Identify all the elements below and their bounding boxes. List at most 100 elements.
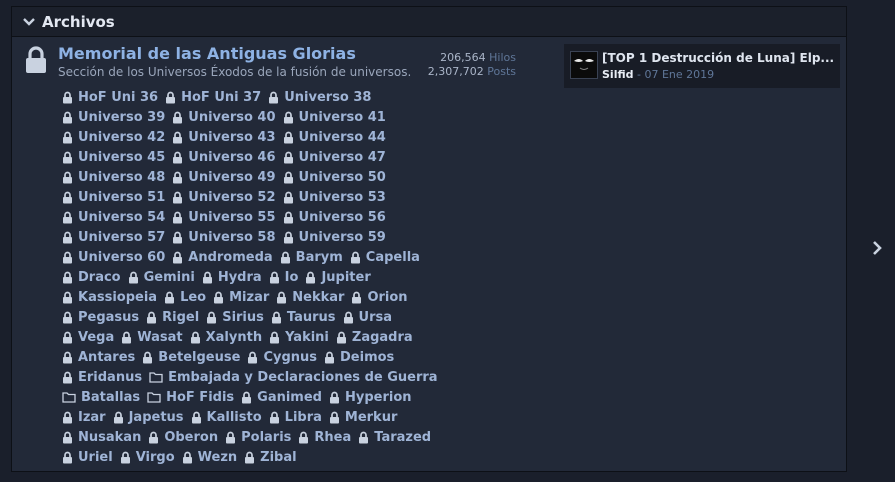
lock-icon xyxy=(164,291,180,304)
subforum-link[interactable]: Draco xyxy=(62,270,121,285)
subforum-link[interactable]: Ursa xyxy=(343,310,392,325)
subforum-link[interactable]: Universo 57 xyxy=(62,230,165,245)
subforum-link[interactable]: Universo 49 xyxy=(172,170,276,185)
subforum-link[interactable]: Universo 46 xyxy=(172,150,276,165)
lock-icon xyxy=(268,91,284,104)
subforum-link[interactable]: Libra xyxy=(269,410,322,425)
subforum-link[interactable]: Kassiopeia xyxy=(62,290,157,305)
subforum-link[interactable]: Universo 38 xyxy=(268,90,371,105)
subforum-link[interactable]: Rigel xyxy=(146,310,199,325)
subforum-label: Cygnus xyxy=(263,349,318,365)
subforum-link[interactable]: Zagadra xyxy=(336,330,413,345)
subforum-link[interactable]: Barym xyxy=(280,250,343,265)
subforum-link[interactable]: Wezn xyxy=(182,450,237,465)
subforum-link[interactable]: HoF Uni 36 xyxy=(62,90,158,105)
subforum-link[interactable]: Universo 60 xyxy=(62,250,165,265)
subforum-link[interactable]: Vega xyxy=(62,330,114,345)
subforum-link[interactable]: Batallas xyxy=(62,390,140,405)
lock-icon xyxy=(62,431,78,444)
subforum-link[interactable]: Gemini xyxy=(128,270,195,285)
subforum-link[interactable]: Capella xyxy=(350,250,420,265)
lock-icon xyxy=(182,451,198,464)
subforum-link[interactable]: Virgo xyxy=(120,450,175,465)
last-post-title[interactable]: [TOP 1 Destrucción de Luna] Elp... xyxy=(602,51,836,65)
subforum-row: Nusakan Oberon Polaris Rhea Tarazed xyxy=(62,427,482,447)
subforum-link[interactable]: Embajada y Declaraciones de Guerra xyxy=(149,370,438,385)
subforum-link[interactable]: Universo 50 xyxy=(283,170,386,185)
subforum-link[interactable]: Jupiter xyxy=(305,270,371,285)
chevron-right-icon[interactable] xyxy=(868,238,886,258)
subforum-label: Universo 45 xyxy=(78,149,166,165)
subforum-link[interactable]: Rhea xyxy=(298,430,351,445)
subforum-link[interactable]: Merkur xyxy=(329,410,397,425)
avatar[interactable] xyxy=(570,51,598,79)
lock-icon xyxy=(269,271,285,284)
last-post-user[interactable]: Silfid xyxy=(602,68,634,81)
subforum-label: Rhea xyxy=(314,429,352,445)
chevron-down-icon[interactable] xyxy=(20,13,38,31)
lock-icon xyxy=(271,311,287,324)
subforum-link[interactable]: Universo 59 xyxy=(283,230,386,245)
lock-icon xyxy=(62,331,78,344)
subforum-label: Universo 59 xyxy=(298,229,386,245)
subforum-link[interactable]: Tarazed xyxy=(358,430,431,445)
subforum-link[interactable]: Japetus xyxy=(113,410,184,425)
subforum-link[interactable]: Wasat xyxy=(121,330,183,345)
panel-header[interactable]: Archivos xyxy=(12,7,846,37)
subforum-link[interactable]: Taurus xyxy=(271,310,336,325)
subforum-link[interactable]: Mizar xyxy=(213,290,269,305)
subforum-link[interactable]: Betelgeuse xyxy=(142,350,240,365)
subforum-link[interactable]: Zibal xyxy=(244,450,297,465)
posts-label: Posts xyxy=(487,65,516,78)
subforum-link[interactable]: Oberon xyxy=(148,430,218,445)
subforum-link[interactable]: Universo 54 xyxy=(62,210,165,225)
subforum-link[interactable]: Universo 51 xyxy=(62,190,165,205)
subforum-link[interactable]: Nusakan xyxy=(62,430,141,445)
subforum-link[interactable]: Universo 39 xyxy=(62,110,165,125)
subforum-link[interactable]: Andromeda xyxy=(172,250,273,265)
last-post-date[interactable]: 07 Ene 2019 xyxy=(644,68,714,81)
subforum-link[interactable]: HoF Uni 37 xyxy=(165,90,261,105)
subforum-link[interactable]: HoF Fidis xyxy=(147,390,234,405)
subforum-link[interactable]: Pegasus xyxy=(62,310,139,325)
subforum-link[interactable]: Universo 56 xyxy=(283,210,386,225)
subforum-link[interactable]: Cygnus xyxy=(247,350,317,365)
subforum-link[interactable]: Ganimed xyxy=(241,390,322,405)
subforum-link[interactable]: Universo 52 xyxy=(172,190,276,205)
subforum-link[interactable]: Izar xyxy=(62,410,106,425)
subforum-link[interactable]: Universo 41 xyxy=(283,110,386,125)
subforum-link[interactable]: Universo 45 xyxy=(62,150,165,165)
subforum-link[interactable]: Hyperion xyxy=(329,390,412,405)
subforum-label: Universo 60 xyxy=(78,249,166,265)
subforum-link[interactable]: Universo 58 xyxy=(172,230,276,245)
subforum-link[interactable]: Leo xyxy=(164,290,206,305)
subforum-link[interactable]: Orion xyxy=(351,290,408,305)
subforum-link[interactable]: Hydra xyxy=(202,270,262,285)
subforum-row: HoF Uni 36 HoF Uni 37 Universo 38 xyxy=(62,87,482,107)
subforum-link[interactable]: Eridanus xyxy=(62,370,142,385)
subforum-link[interactable]: Universo 48 xyxy=(62,170,165,185)
subforum-link[interactable]: Xalynth xyxy=(190,330,262,345)
subforum-link[interactable]: Uriel xyxy=(62,450,113,465)
subforum-link[interactable]: Io xyxy=(269,270,298,285)
lock-icon xyxy=(283,191,299,204)
subforum-link[interactable]: Nekkar xyxy=(276,290,344,305)
subforum-link[interactable]: Sirius xyxy=(206,310,264,325)
forum-title[interactable]: Memorial de las Antiguas Glorias xyxy=(58,44,356,63)
subforum-link[interactable]: Universo 47 xyxy=(283,150,386,165)
subforum-link[interactable]: Kallisto xyxy=(191,410,262,425)
subforum-link[interactable]: Antares xyxy=(62,350,135,365)
subforum-label: Tarazed xyxy=(374,429,432,445)
subforum-link[interactable]: Polaris xyxy=(225,430,291,445)
subforum-link[interactable]: Deimos xyxy=(324,350,394,365)
section-title[interactable]: Archivos xyxy=(42,13,115,31)
lock-icon xyxy=(172,211,188,224)
subforum-link[interactable]: Universo 40 xyxy=(172,110,276,125)
subforum-link[interactable]: Universo 42 xyxy=(62,130,165,145)
subforum-link[interactable]: Universo 44 xyxy=(283,130,386,145)
subforum-link[interactable]: Universo 53 xyxy=(283,190,386,205)
subforum-label: Universo 42 xyxy=(78,129,166,145)
subforum-link[interactable]: Universo 43 xyxy=(172,130,276,145)
subforum-link[interactable]: Universo 55 xyxy=(172,210,276,225)
subforum-link[interactable]: Yakini xyxy=(269,330,329,345)
